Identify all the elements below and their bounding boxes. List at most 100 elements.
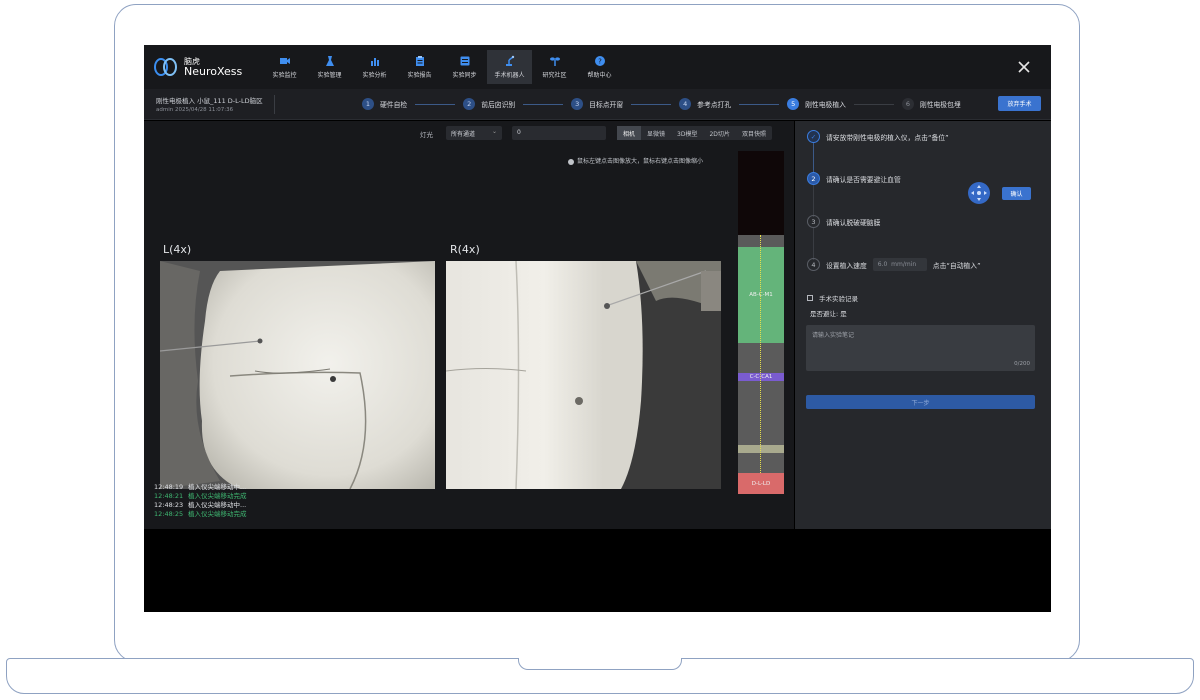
log-text: 植入仪尖端移动中... <box>188 483 247 491</box>
auto-implant-hint: 点击“自动植入” <box>932 261 981 270</box>
step-3[interactable]: 3 目标点开窗 <box>571 98 623 110</box>
nav-items: 实验监控 实验管理 实验分析 实验报告 实验同步 手术机器人 研究社区 ? 帮助… <box>262 50 622 84</box>
step-label: 目标点开窗 <box>589 101 624 109</box>
right-step-2: 2 请确认是否需要避让血管 <box>807 172 901 185</box>
record-section: 手术实验记录 <box>807 293 858 303</box>
tab-camera[interactable]: 相机 <box>617 126 642 140</box>
check-icon: ✓ <box>807 130 820 143</box>
record-title: 手术实验记录 <box>819 295 858 303</box>
app-screen: 脑虎 NeuroXess 实验监控 实验管理 实验分析 实验报告 实验同步 手术… <box>144 45 1051 612</box>
left-camera-view[interactable] <box>160 261 435 489</box>
log-text: 植入仪尖端移动完成 <box>188 510 247 518</box>
video-icon <box>279 58 290 64</box>
experiment-meta: admin 2025/04/28 11:07:36 <box>156 107 234 113</box>
nav-label: 实验监控 <box>272 72 297 79</box>
clipboard-icon <box>415 56 424 66</box>
left-camera-image <box>160 261 435 489</box>
electrode-path <box>760 235 761 473</box>
step-label: 前后囟识别 <box>481 101 516 109</box>
speed-input[interactable]: 6.0 mm/min <box>872 258 927 271</box>
step-label: 刚性电极植入 <box>805 101 846 109</box>
right-step-3: 3 请确认脱破硬脑膜 <box>807 215 880 228</box>
view-toolbar: 灯光 所有通道 ⌄ 0 相机 显微镜 3D模型 2D切片 双目快照 <box>144 126 794 140</box>
right-camera-view[interactable] <box>446 261 721 489</box>
channel-value: 所有通道 <box>451 131 476 138</box>
robot-arm-icon <box>505 55 514 66</box>
step-number: 1 <box>362 98 374 110</box>
nav-item-help[interactable]: ? 帮助中心 <box>577 50 622 84</box>
step-connector <box>813 185 814 217</box>
nav-item-analysis[interactable]: 实验分析 <box>352 50 397 84</box>
step-number: 4 <box>807 258 820 271</box>
nav-item-community[interactable]: 研究社区 <box>532 50 577 84</box>
step-4[interactable]: 4 参考点打孔 <box>679 98 731 110</box>
logo-en: NeuroXess <box>184 65 243 78</box>
step-number: 2 <box>807 172 820 185</box>
laptop-notch <box>518 658 682 670</box>
notes-textarea[interactable]: 请输入实验笔记 0/200 <box>806 325 1035 371</box>
step-5[interactable]: 5 刚性电极植入 <box>787 98 846 110</box>
main-view: 灯光 所有通道 ⌄ 0 相机 显微镜 3D模型 2D切片 双目快照 鼠标左键点击… <box>144 121 794 529</box>
nav-item-sync[interactable]: 实验同步 <box>442 50 487 84</box>
event-log: 12:48:19 植入仪尖端移动中... 12:48:21 植入仪尖端移动完成 12… <box>154 483 247 519</box>
tab-3d-model[interactable]: 3D模型 <box>671 126 703 140</box>
nav-item-monitor[interactable]: 实验监控 <box>262 50 307 84</box>
confirm-button[interactable]: 确认 <box>1002 187 1031 200</box>
avoid-status: 是否避让: 是 <box>810 310 847 318</box>
nav-item-report[interactable]: 实验报告 <box>397 50 442 84</box>
info-icon <box>568 158 574 165</box>
step-number: 2 <box>463 98 476 110</box>
speed-unit: mm/min <box>891 261 917 268</box>
right-step-text: 请确认脱破硬脑膜 <box>826 218 881 227</box>
nav-label: 实验报告 <box>407 72 432 79</box>
nav-label: 实验分析 <box>362 72 387 79</box>
region-ab-c-m1: AB-C-M1 <box>738 247 784 343</box>
tab-microscope[interactable]: 显微镜 <box>641 126 671 140</box>
step-connector <box>415 103 456 105</box>
step-connector <box>739 103 780 105</box>
speed-value: 6.0 <box>877 261 888 268</box>
step-2[interactable]: 2 前后囟识别 <box>463 98 515 110</box>
nav-item-manage[interactable]: 实验管理 <box>307 50 352 84</box>
region-target-d-l-ld: D-L-LD <box>738 473 784 494</box>
tab-stereo-snapshot[interactable]: 双目快照 <box>736 126 772 140</box>
region-c-c-ca1: C-C-CA1 <box>738 373 784 381</box>
tab-2d-slice[interactable]: 2D切片 <box>703 126 735 140</box>
step-connector <box>523 103 564 105</box>
log-line: 12:48:21 植入仪尖端移动完成 <box>154 492 247 501</box>
abort-surgery-button[interactable]: 放弃手术 <box>998 96 1041 111</box>
divider <box>274 95 275 114</box>
right-step-text: 请安放带刚性电极的植入仪，点击“备位” <box>826 133 949 142</box>
close-icon[interactable] <box>1017 60 1031 74</box>
sprout-icon <box>549 57 560 66</box>
nav-label: 手术机器人 <box>494 72 525 79</box>
log-line: 12:48:19 植入仪尖端移动中... <box>154 483 247 492</box>
nav-label: 帮助中心 <box>587 72 612 79</box>
logo: 脑虎 NeuroXess <box>154 57 242 77</box>
step-label: 硬件自检 <box>380 101 408 109</box>
right-panel: ✓ 请安放带刚性电极的植入仪，点击“备位” 2 请确认是否需要避让血管 确认 3… <box>795 121 1051 529</box>
depth-segment <box>738 381 784 445</box>
step-label: 刚性电极包埋 <box>919 101 961 109</box>
nav-label: 研究社区 <box>542 72 567 79</box>
notes-count: 0/200 <box>1014 361 1030 367</box>
light-value-input[interactable]: 0 <box>512 126 606 140</box>
bar-chart-icon <box>370 58 379 66</box>
channel-select[interactable]: 所有通道 ⌄ <box>446 126 502 140</box>
notes-placeholder: 请输入实验笔记 <box>812 332 855 339</box>
nav-item-robot[interactable]: 手术机器人 <box>487 50 532 84</box>
direction-pad-icon[interactable] <box>968 182 990 204</box>
next-button[interactable]: 下一步 <box>806 395 1035 409</box>
flask-icon <box>325 56 334 66</box>
sync-icon <box>460 56 469 66</box>
light-label: 灯光 <box>420 131 433 139</box>
left-camera-label: L(4x) <box>163 243 192 256</box>
svg-text:?: ? <box>598 58 602 66</box>
nav-label: 实验管理 <box>317 72 342 79</box>
right-camera-image <box>446 261 721 489</box>
step-6[interactable]: 6 刚性电极包埋 <box>901 98 961 110</box>
log-time: 12:48:25 <box>154 510 184 518</box>
help-icon: ? <box>594 56 605 66</box>
step-connector <box>813 143 814 173</box>
step-1[interactable]: 1 硬件自检 <box>362 98 407 110</box>
